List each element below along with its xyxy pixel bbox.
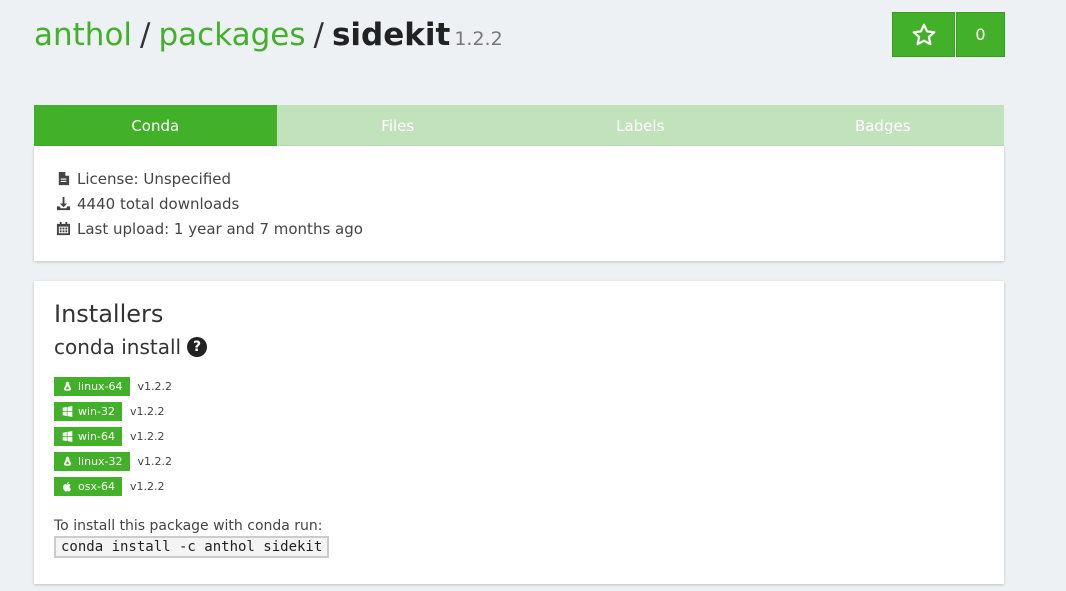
license-text: License: Unspecified <box>77 169 232 188</box>
package-name: sidekit <box>331 17 451 53</box>
help-icon[interactable]: ? <box>187 337 208 357</box>
breadcrumb-separator: / <box>140 17 151 53</box>
calendar-icon <box>56 221 71 236</box>
installers-heading: Installers <box>54 300 164 328</box>
platform-version: v1.2.2 <box>130 405 165 418</box>
platform-name: win-64 <box>78 430 115 443</box>
download-icon <box>56 196 71 211</box>
license-row: License: Unspecified <box>56 166 982 191</box>
linux-icon <box>64 456 71 466</box>
package-info-card: License: Unspecified 4440 total download… <box>34 146 1004 261</box>
linux-icon <box>64 381 71 391</box>
list-item: osx-64 v1.2.2 <box>54 474 984 499</box>
platform-version: v1.2.2 <box>129 480 165 493</box>
platform-badge-osx-64[interactable]: osx-64 <box>54 477 122 496</box>
list-item: linux-32 v1.2.2 <box>54 449 984 474</box>
platform-name: linux-64 <box>78 380 123 393</box>
platform-name: linux-32 <box>78 455 123 468</box>
platform-name: osx-64 <box>78 480 115 493</box>
conda-install-label: conda install <box>54 335 182 359</box>
tab-files[interactable]: Files <box>277 105 520 146</box>
platform-badge-win-64[interactable]: win-64 <box>54 427 122 446</box>
conda-install-heading: conda install ? <box>54 335 984 359</box>
owner-link[interactable]: anthol <box>34 17 132 53</box>
install-command[interactable]: conda install -c anthol sidekit <box>54 536 330 558</box>
tab-labels[interactable]: Labels <box>519 105 762 146</box>
platform-version: v1.2.2 <box>137 380 173 393</box>
platform-badge-linux-64[interactable]: linux-64 <box>54 377 130 396</box>
platform-badge-win-32[interactable]: win-32 <box>54 402 122 421</box>
last-upload-row: Last upload: 1 year and 7 months ago <box>56 216 982 241</box>
star-outline-icon <box>912 23 935 45</box>
windows-icon <box>62 406 73 417</box>
star-count[interactable]: 0 <box>956 12 1005 57</box>
platform-version: v1.2.2 <box>137 455 173 468</box>
list-item: win-32 v1.2.2 <box>54 399 984 424</box>
platform-badge-linux-32[interactable]: linux-32 <box>54 452 130 471</box>
tab-conda[interactable]: Conda <box>34 105 277 146</box>
tab-badges[interactable]: Badges <box>762 105 1005 146</box>
package-tabs: Conda Files Labels Badges <box>34 105 1004 146</box>
downloads-text: 4440 total downloads <box>77 194 240 213</box>
file-icon <box>58 171 70 186</box>
windows-icon <box>62 431 73 442</box>
platform-list: linux-64 v1.2.2 win-32 v1.2.2 win-64 v1.… <box>54 374 984 499</box>
star-group: 0 <box>892 12 1005 57</box>
list-item: linux-64 v1.2.2 <box>54 374 984 399</box>
breadcrumb: anthol / packages / sidekit 1.2.2 <box>34 15 503 59</box>
star-button[interactable] <box>892 12 955 57</box>
installers-card: Installers conda install ? linux-64 v1.2… <box>34 281 1004 584</box>
apple-icon <box>63 481 71 492</box>
package-version: 1.2.2 <box>454 28 503 50</box>
install-instructions: To install this package with conda run: <box>54 518 323 534</box>
packages-link[interactable]: packages <box>158 17 305 53</box>
list-item: win-64 v1.2.2 <box>54 424 984 449</box>
downloads-row: 4440 total downloads <box>56 191 982 216</box>
platform-version: v1.2.2 <box>130 430 165 443</box>
breadcrumb-separator: / <box>313 17 324 53</box>
platform-name: win-32 <box>78 405 115 418</box>
last-upload-text: Last upload: 1 year and 7 months ago <box>77 219 363 238</box>
